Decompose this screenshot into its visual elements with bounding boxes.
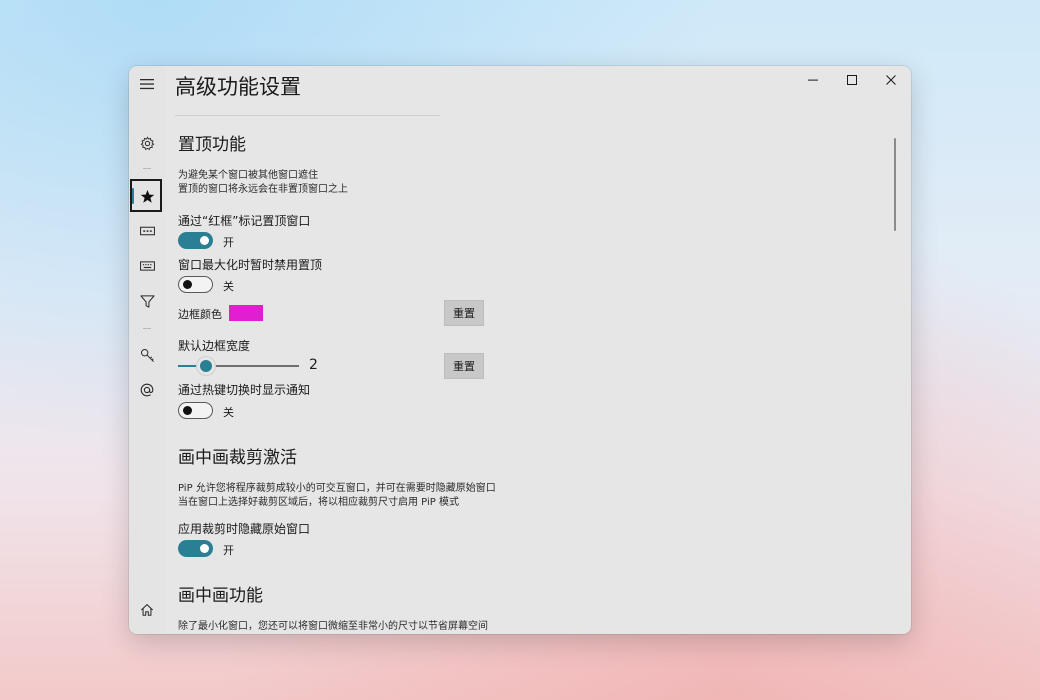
filter-icon[interactable] [133,287,161,315]
minimize-button[interactable] [793,66,833,94]
topmost-description-2: 置顶的窗口将永远会在非置顶窗口之上 [178,184,348,195]
page-title: 高级功能设置 [175,75,301,99]
pip-crop-description-1: PiP 允许您将程序裁剪成较小的可交互窗口，并可在需要时隐藏原始窗口 [178,483,496,494]
red-border-label: 通过“红框”标记置顶窗口 [178,214,311,228]
reset-border-color-button[interactable]: 重置 [444,300,484,326]
home-icon[interactable] [133,596,161,624]
maximize-icon [847,75,857,85]
section-title-pip-crop: 画中画裁剪激活 [178,448,297,468]
star-icon[interactable] [133,182,161,210]
disable-when-maximized-toggle[interactable] [178,276,213,293]
section-title-topmost: 置顶功能 [178,135,246,155]
topmost-description-1: 为避免某个窗口被其他窗口遮住 [178,170,318,181]
close-button[interactable] [871,66,911,94]
section-title-pip: 画中画功能 [178,586,263,606]
red-border-state: 开 [223,236,234,249]
ellipsis-box-icon[interactable] [133,217,161,245]
border-width-label: 默认边框宽度 [178,339,251,353]
key-icon[interactable] [133,341,161,369]
hide-original-state: 开 [223,544,234,557]
border-width-value: 2 [309,357,318,373]
hotkey-notify-label: 通过热键切换时显示通知 [178,383,311,397]
nav-separator [143,168,151,169]
pip-crop-description-2: 当在窗口上选择好裁剪区域后，将以相应裁剪尺寸启用 PiP 模式 [178,497,459,508]
at-icon[interactable] [133,376,161,404]
pip-description-1: 除了最小化窗口，您还可以将窗口微缩至非常小的尺寸以节省屏幕空间 [178,621,488,632]
border-color-swatch[interactable] [229,305,263,321]
hotkey-notify-toggle[interactable] [178,402,213,419]
maximize-button[interactable] [832,66,872,94]
settings-window: 高级功能设置 置顶功能 为避免某个窗口被其他窗口遮住 置顶的窗口将永远会在非置顶… [129,66,911,634]
nav-separator [143,328,151,329]
minimize-icon [808,79,818,81]
title-divider [175,115,440,116]
close-icon [886,75,896,85]
vertical-scrollbar[interactable] [894,138,896,231]
disable-when-maximized-label: 窗口最大化时暂时禁用置顶 [178,258,323,272]
red-border-toggle[interactable] [178,232,213,249]
hamburger-icon[interactable] [133,70,161,98]
disable-when-maximized-state: 关 [223,280,234,293]
reset-border-width-button[interactable]: 重置 [444,353,484,379]
keyboard-icon[interactable] [133,252,161,280]
border-color-label: 边框颜色 [178,308,222,321]
hide-original-toggle[interactable] [178,540,213,557]
nav-rail [129,66,165,634]
hide-original-label: 应用裁剪时隐藏原始窗口 [178,522,311,536]
gear-icon[interactable] [133,129,161,157]
border-width-slider-thumb[interactable] [197,357,215,375]
hotkey-notify-state: 关 [223,406,234,419]
